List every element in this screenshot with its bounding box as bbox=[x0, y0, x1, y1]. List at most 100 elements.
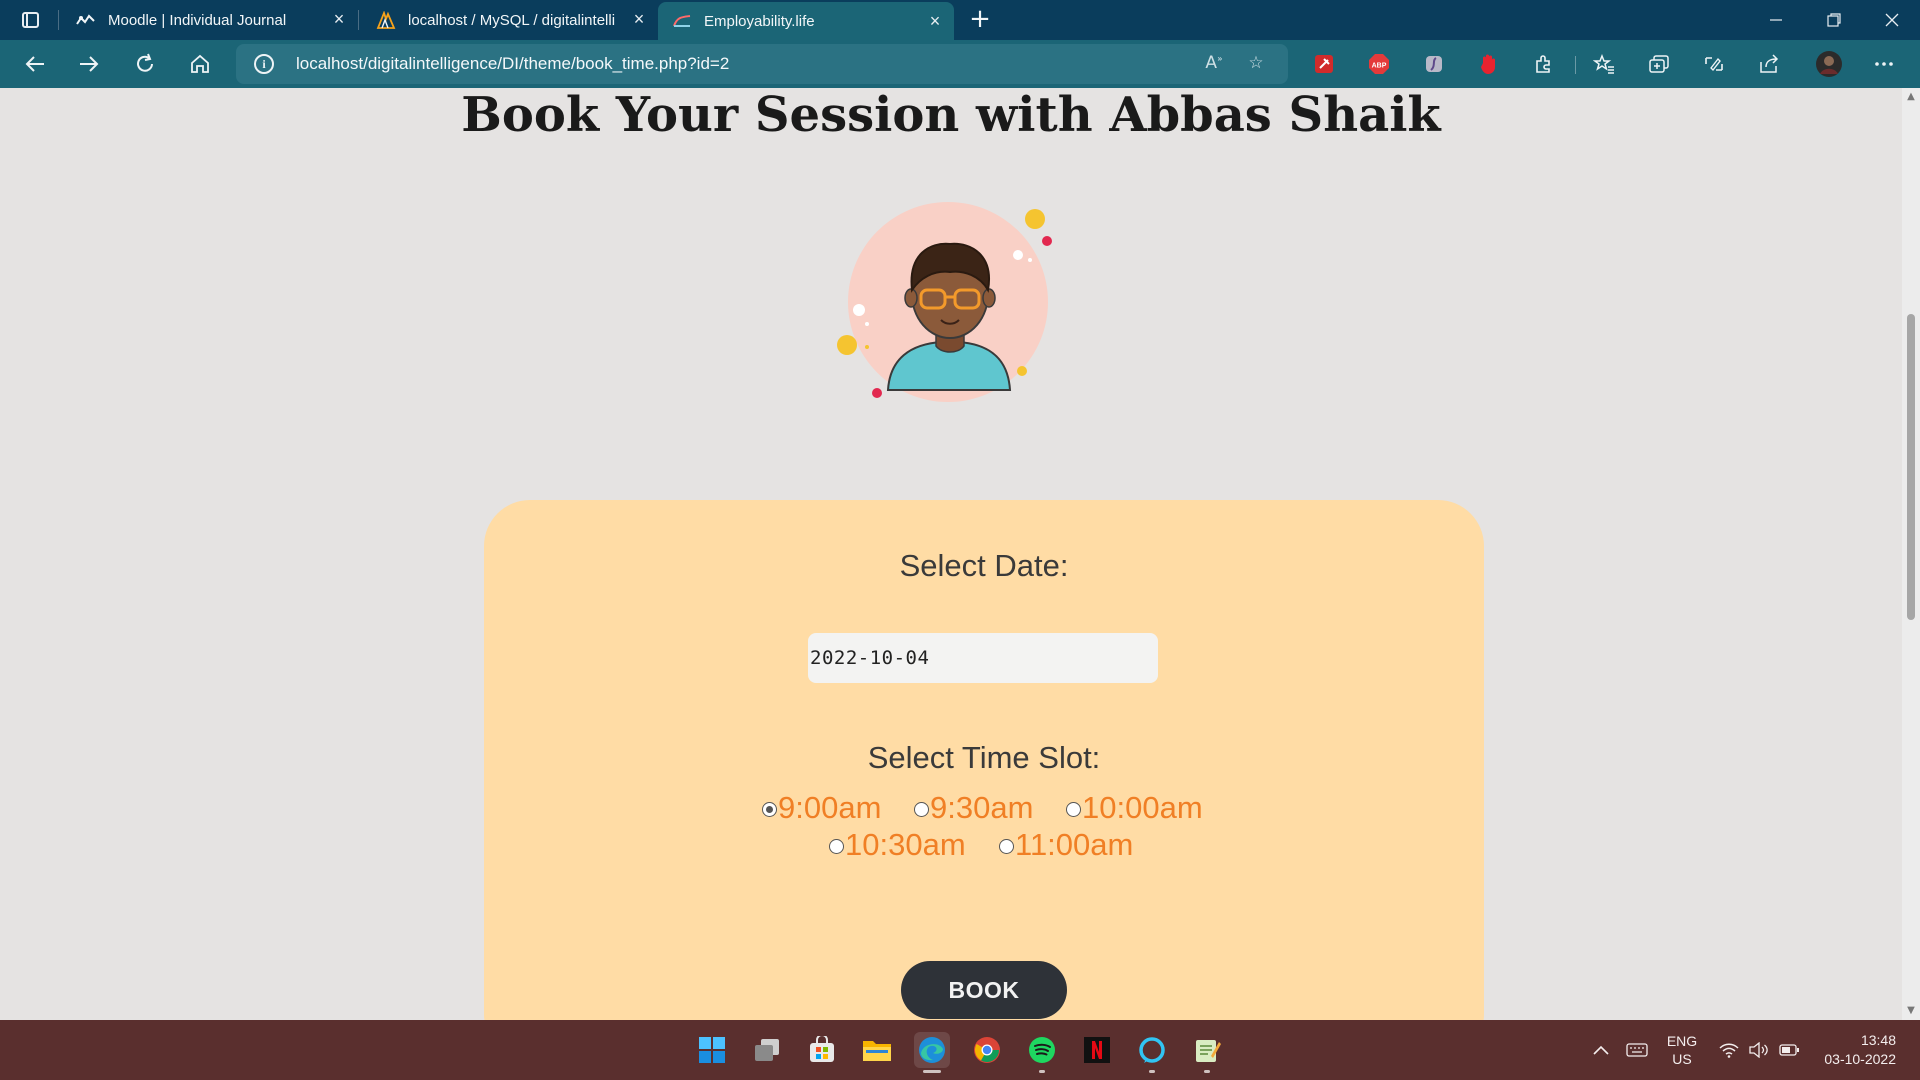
time-slot-label: 10:00am bbox=[1082, 790, 1203, 825]
running-app-indicator bbox=[1039, 1070, 1045, 1073]
close-icon[interactable]: × bbox=[926, 12, 944, 30]
microsoft-store-icon[interactable] bbox=[804, 1032, 840, 1068]
web-capture-icon[interactable] bbox=[1702, 52, 1726, 76]
time-slot-label: 11:00am bbox=[1015, 827, 1134, 862]
script-extension-icon[interactable] bbox=[1422, 52, 1446, 76]
home-icon bbox=[191, 54, 209, 73]
radio-button[interactable] bbox=[999, 839, 1014, 854]
adblock-hand-icon[interactable] bbox=[1477, 52, 1501, 76]
time-slot-label: 9:00am bbox=[778, 790, 882, 825]
forward-arrow-icon bbox=[80, 56, 99, 72]
time-slot-label: 9:30am bbox=[930, 790, 1034, 825]
collections-icon[interactable] bbox=[1647, 52, 1671, 76]
adblock-plus-icon[interactable]: ABP bbox=[1367, 52, 1391, 76]
running-app-indicator bbox=[1149, 1070, 1155, 1073]
windows-start-icon[interactable] bbox=[694, 1032, 730, 1068]
file-explorer-icon[interactable] bbox=[859, 1032, 895, 1068]
svg-text:ABP: ABP bbox=[1372, 63, 1387, 70]
windows-taskbar: ENG US 13:48 03-10-2022 bbox=[0, 1020, 1920, 1080]
forward-button[interactable] bbox=[72, 48, 106, 80]
radio-button[interactable] bbox=[914, 802, 929, 817]
clock-date: 03-10-2022 bbox=[1824, 1051, 1896, 1067]
employability-icon bbox=[672, 11, 692, 31]
alexa-icon[interactable] bbox=[1134, 1032, 1170, 1068]
system-clock[interactable]: 13:48 03-10-2022 bbox=[1810, 1020, 1910, 1080]
close-icon[interactable]: × bbox=[630, 10, 648, 28]
home-button[interactable] bbox=[183, 48, 217, 80]
tab-employability[interactable]: Employability.life × bbox=[658, 2, 954, 40]
netflix-icon[interactable] bbox=[1079, 1032, 1115, 1068]
phpmyadmin-icon bbox=[376, 10, 396, 30]
time-slot-option[interactable]: 10:30am bbox=[829, 827, 966, 863]
running-app-indicator bbox=[1204, 1070, 1210, 1073]
moodle-icon bbox=[76, 10, 96, 30]
date-value[interactable]: 2022-10-04 bbox=[810, 647, 929, 669]
time-slot-option[interactable]: 9:00am bbox=[762, 790, 881, 826]
language-indicator[interactable]: ENG US bbox=[1660, 1020, 1704, 1080]
scroll-thumb[interactable] bbox=[1907, 314, 1915, 620]
sidebar-icon bbox=[21, 12, 39, 28]
address-bar[interactable]: i localhost/digitalintelligence/DI/theme… bbox=[236, 44, 1288, 84]
chrome-icon[interactable] bbox=[969, 1032, 1005, 1068]
tab-divider bbox=[358, 10, 359, 30]
select-date-label: Select Date: bbox=[899, 548, 1069, 583]
volume-icon[interactable] bbox=[1746, 1020, 1772, 1080]
minimize-button[interactable] bbox=[1748, 0, 1804, 40]
time-slot-label: 10:30am bbox=[845, 827, 966, 862]
active-app-indicator bbox=[923, 1070, 941, 1073]
booking-card: Select Date: 2022-10-04 Select Time Slot… bbox=[484, 500, 1484, 1020]
extensions-icon[interactable] bbox=[1532, 52, 1556, 76]
back-button[interactable] bbox=[18, 48, 52, 80]
browser-titlebar: Moodle | Individual Journal × localhost … bbox=[0, 0, 1920, 40]
wifi-icon[interactable] bbox=[1716, 1020, 1742, 1080]
scroll-up-icon[interactable]: ▲ bbox=[1906, 92, 1916, 102]
page-scrollbar[interactable]: ▲ ▼ bbox=[1902, 88, 1920, 1020]
new-tab-button[interactable]: + bbox=[966, 6, 994, 34]
region-code: US bbox=[1672, 1051, 1692, 1067]
profile-avatar[interactable] bbox=[1814, 49, 1844, 79]
favorites-icon[interactable] bbox=[1592, 52, 1616, 76]
tab-label: localhost / MySQL / digitalintelli bbox=[408, 11, 616, 29]
refresh-icon bbox=[137, 53, 153, 72]
battery-icon[interactable] bbox=[1776, 1020, 1802, 1080]
radio-button[interactable] bbox=[829, 839, 844, 854]
restore-button[interactable] bbox=[1806, 0, 1862, 40]
close-window-button[interactable] bbox=[1864, 0, 1920, 40]
time-slot-option[interactable]: 10:00am bbox=[1066, 790, 1203, 826]
time-slot-option[interactable]: 11:00am bbox=[999, 827, 1133, 863]
share-icon[interactable] bbox=[1757, 52, 1781, 76]
spotify-icon[interactable] bbox=[1024, 1032, 1060, 1068]
refresh-button[interactable] bbox=[128, 48, 162, 80]
read-aloud-icon[interactable]: A» bbox=[1202, 53, 1226, 75]
browser-toolbar: i localhost/digitalintelligence/DI/theme… bbox=[0, 40, 1920, 88]
keyboard-icon[interactable] bbox=[1622, 1020, 1652, 1080]
page-title: Book Your Session with Abbas Shaik bbox=[461, 88, 1441, 143]
clock-time: 13:48 bbox=[1860, 1032, 1896, 1048]
info-icon[interactable]: i bbox=[254, 54, 274, 74]
edge-icon[interactable] bbox=[914, 1032, 950, 1068]
radio-button[interactable] bbox=[1066, 802, 1081, 817]
back-arrow-icon bbox=[25, 56, 44, 72]
notepad-icon[interactable] bbox=[1189, 1032, 1225, 1068]
tab-moodle[interactable]: Moodle | Individual Journal × bbox=[62, 0, 358, 40]
more-options-icon[interactable] bbox=[1872, 52, 1896, 76]
mentor-avatar bbox=[837, 202, 1052, 402]
task-view-icon[interactable] bbox=[749, 1032, 785, 1068]
radio-button[interactable] bbox=[762, 802, 777, 817]
time-slot-option[interactable]: 9:30am bbox=[914, 790, 1033, 826]
tab-label: Moodle | Individual Journal bbox=[108, 11, 287, 29]
close-icon[interactable]: × bbox=[330, 10, 348, 28]
pin-extension-icon[interactable] bbox=[1312, 52, 1336, 76]
tab-actions-button[interactable] bbox=[14, 8, 46, 32]
toolbar-divider bbox=[1575, 56, 1576, 74]
add-favorite-icon[interactable]: ☆ bbox=[1244, 53, 1268, 75]
language-code: ENG bbox=[1666, 1033, 1698, 1049]
tab-label: Employability.life bbox=[704, 12, 815, 30]
scroll-down-icon[interactable]: ▼ bbox=[1906, 1006, 1916, 1016]
book-button[interactable]: BOOK bbox=[901, 961, 1067, 1019]
tab-phpmyadmin[interactable]: localhost / MySQL / digitalintelli × bbox=[362, 0, 658, 40]
address-url[interactable]: localhost/digitalintelligence/DI/theme/b… bbox=[296, 54, 729, 74]
page-content: Book Your Session with Abbas Shaik Selec… bbox=[0, 88, 1902, 1020]
show-hidden-icons[interactable] bbox=[1588, 1020, 1614, 1080]
tab-divider bbox=[58, 10, 59, 30]
